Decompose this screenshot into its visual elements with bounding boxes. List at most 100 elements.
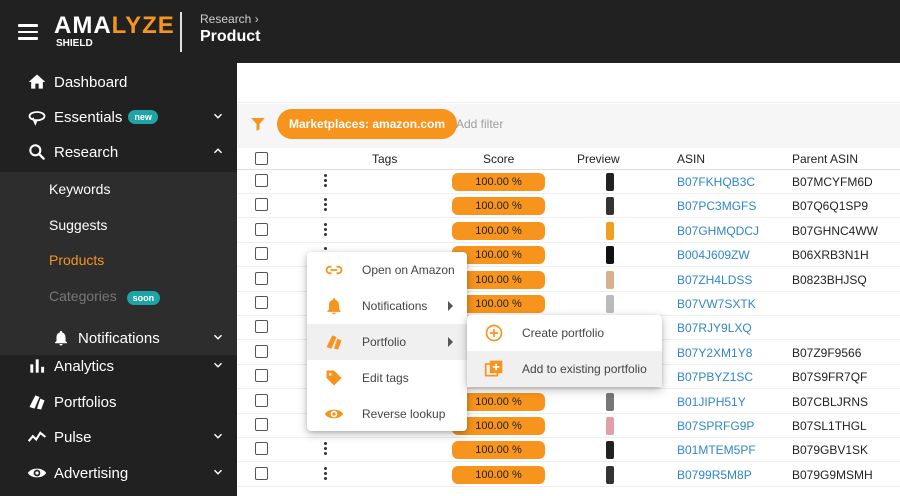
toolbar-area xyxy=(237,63,900,103)
column-header-score[interactable]: Score xyxy=(483,152,514,166)
asin-link[interactable]: B0799R5M8P xyxy=(677,468,752,482)
asin-link[interactable]: B01MTEM5PF xyxy=(677,443,756,457)
asin-link[interactable]: B004J609ZW xyxy=(677,248,750,262)
table-row[interactable]: 100.00 % B0799R5M8P B079G9MSMH xyxy=(237,463,900,487)
product-thumbnail[interactable] xyxy=(599,391,621,413)
brand-logo[interactable]: AMALYZE SHIELD xyxy=(54,14,175,50)
menu-item-notifications[interactable]: Notifications xyxy=(307,288,467,324)
row-checkbox[interactable] xyxy=(255,247,268,261)
breadcrumb[interactable]: Research › xyxy=(200,12,259,26)
chevron-down-icon[interactable] xyxy=(211,330,225,344)
filter-bar: Marketplaces: amazon.com Add filter xyxy=(237,104,900,148)
product-thumbnail[interactable] xyxy=(599,464,621,486)
sidebar-item-pulse[interactable]: Pulse xyxy=(0,420,237,454)
sidebar-item-analytics[interactable]: Analytics xyxy=(0,349,237,383)
column-header-parent-asin[interactable]: Parent ASIN xyxy=(792,152,858,166)
row-checkbox[interactable] xyxy=(255,222,268,236)
column-header-asin[interactable]: ASIN xyxy=(677,152,705,166)
sidebar-item-essentials[interactable]: Essentials new xyxy=(0,100,237,134)
product-thumbnail[interactable] xyxy=(599,269,621,291)
row-checkbox[interactable] xyxy=(255,393,268,407)
product-thumbnail[interactable] xyxy=(599,415,621,437)
row-checkbox[interactable] xyxy=(255,418,268,431)
parent-asin: B07SL1THGL xyxy=(792,419,867,433)
chevron-down-icon[interactable] xyxy=(211,109,225,123)
menu-item-reverse-lookup[interactable]: Reverse lookup xyxy=(307,396,467,432)
link-icon xyxy=(325,265,343,275)
more-vert-icon[interactable] xyxy=(324,466,328,482)
table-row[interactable]: 100.00 % B07GHMQDCJ B07GHNC4WW xyxy=(237,219,900,243)
logo-text-accent: LYZE xyxy=(111,12,175,39)
chevron-down-icon[interactable] xyxy=(211,429,225,443)
chevron-up-icon[interactable] xyxy=(211,144,225,158)
eye-icon xyxy=(26,462,48,484)
sidebar-subitem-categories[interactable]: Categories soon xyxy=(49,288,161,305)
asin-link[interactable]: B07VW7SXTK xyxy=(677,297,756,311)
sidebar-item-research[interactable]: Research xyxy=(0,135,237,169)
sidebar-subitem-suggests[interactable]: Suggests xyxy=(49,217,107,233)
bell-icon xyxy=(327,298,341,315)
more-vert-icon[interactable] xyxy=(324,173,328,189)
row-checkbox[interactable] xyxy=(255,296,268,309)
row-checkbox[interactable] xyxy=(255,344,268,358)
select-all-checkbox[interactable] xyxy=(255,152,268,165)
row-checkbox[interactable] xyxy=(255,174,268,187)
parent-asin: B079G9MSMH xyxy=(792,467,873,482)
asin-link[interactable]: B07Y2XM1Y8 xyxy=(677,346,752,360)
product-thumbnail[interactable] xyxy=(599,195,621,217)
row-checkbox[interactable] xyxy=(255,198,268,212)
row-checkbox[interactable] xyxy=(255,320,268,334)
asin-link[interactable]: B07PC3MGFS xyxy=(677,199,756,213)
parent-asin: B06XRB3N1H xyxy=(792,248,869,263)
asin-link[interactable]: B07ZH4LDSS xyxy=(677,273,752,287)
menu-item-label: Open on Amazon xyxy=(362,263,455,277)
sidebar-item-advertising[interactable]: Advertising xyxy=(0,456,237,490)
asin-link[interactable]: B07RJY9LXQ xyxy=(677,321,752,335)
sidebar-item-dashboard[interactable]: Dashboard xyxy=(0,65,237,99)
chevron-down-icon[interactable] xyxy=(211,358,225,372)
row-checkbox[interactable] xyxy=(255,442,268,456)
asin-link[interactable]: B07GHMQDCJ xyxy=(677,224,759,238)
product-thumbnail[interactable] xyxy=(599,220,621,242)
table-row[interactable]: 100.00 % B07PC3MGFS B07Q6Q1SP9 xyxy=(237,194,900,219)
hamburger-menu-icon[interactable] xyxy=(18,24,38,40)
row-checkbox[interactable] xyxy=(255,466,268,480)
menu-item-portfolio[interactable]: Portfolio xyxy=(307,324,467,360)
asin-link[interactable]: B07FKHQB3C xyxy=(677,175,755,189)
soon-badge: soon xyxy=(126,291,161,305)
table-row[interactable]: 100.00 % B01MTEM5PF B079GBV1SK xyxy=(237,438,900,463)
new-badge: new xyxy=(128,110,158,124)
menu-item-open-on-amazon[interactable]: Open on Amazon xyxy=(307,252,467,288)
menu-item-create-portfolio[interactable]: Create portfolio xyxy=(467,315,662,351)
more-vert-icon[interactable] xyxy=(324,197,328,213)
filter-icon[interactable] xyxy=(249,115,267,133)
asin-link[interactable]: B07SPRFG9P xyxy=(677,419,754,433)
portfolio-submenu: Create portfolio Add to existing portfol… xyxy=(467,315,662,387)
menu-item-label: Portfolio xyxy=(362,335,407,349)
more-vert-icon[interactable] xyxy=(324,441,328,457)
product-thumbnail[interactable] xyxy=(599,244,621,266)
menu-item-add-to-existing-portfolio[interactable]: Add to existing portfolio xyxy=(467,351,662,387)
portfolio-icon xyxy=(326,335,342,350)
marketplace-filter-chip[interactable]: Marketplaces: amazon.com xyxy=(277,109,458,139)
chevron-down-icon[interactable] xyxy=(211,465,225,479)
column-header-preview[interactable]: Preview xyxy=(577,152,620,166)
product-thumbnail[interactable] xyxy=(599,293,621,315)
sidebar-subitem-products[interactable]: Products xyxy=(49,252,104,268)
row-checkbox[interactable] xyxy=(255,271,268,285)
product-thumbnail[interactable] xyxy=(599,439,621,461)
tag-icon xyxy=(326,370,342,386)
submenu-arrow-icon xyxy=(448,337,453,347)
sidebar-item-portfolios[interactable]: Portfolios xyxy=(0,385,237,419)
sidebar-subitem-keywords[interactable]: Keywords xyxy=(49,181,110,197)
table-row[interactable]: 100.00 % B07FKHQB3C B07MCYFM6D xyxy=(237,170,900,194)
menu-item-edit-tags[interactable]: Edit tags xyxy=(307,360,467,396)
add-filter-input[interactable]: Add filter xyxy=(456,117,503,131)
sidebar-item-label: Categories xyxy=(49,288,117,304)
product-thumbnail[interactable] xyxy=(599,171,621,193)
asin-link[interactable]: B07PBYZ1SC xyxy=(677,370,753,384)
more-vert-icon[interactable] xyxy=(324,222,328,238)
column-header-tags[interactable]: Tags xyxy=(372,152,397,166)
asin-link[interactable]: B01JIPH51Y xyxy=(677,395,746,409)
row-checkbox[interactable] xyxy=(255,369,268,383)
